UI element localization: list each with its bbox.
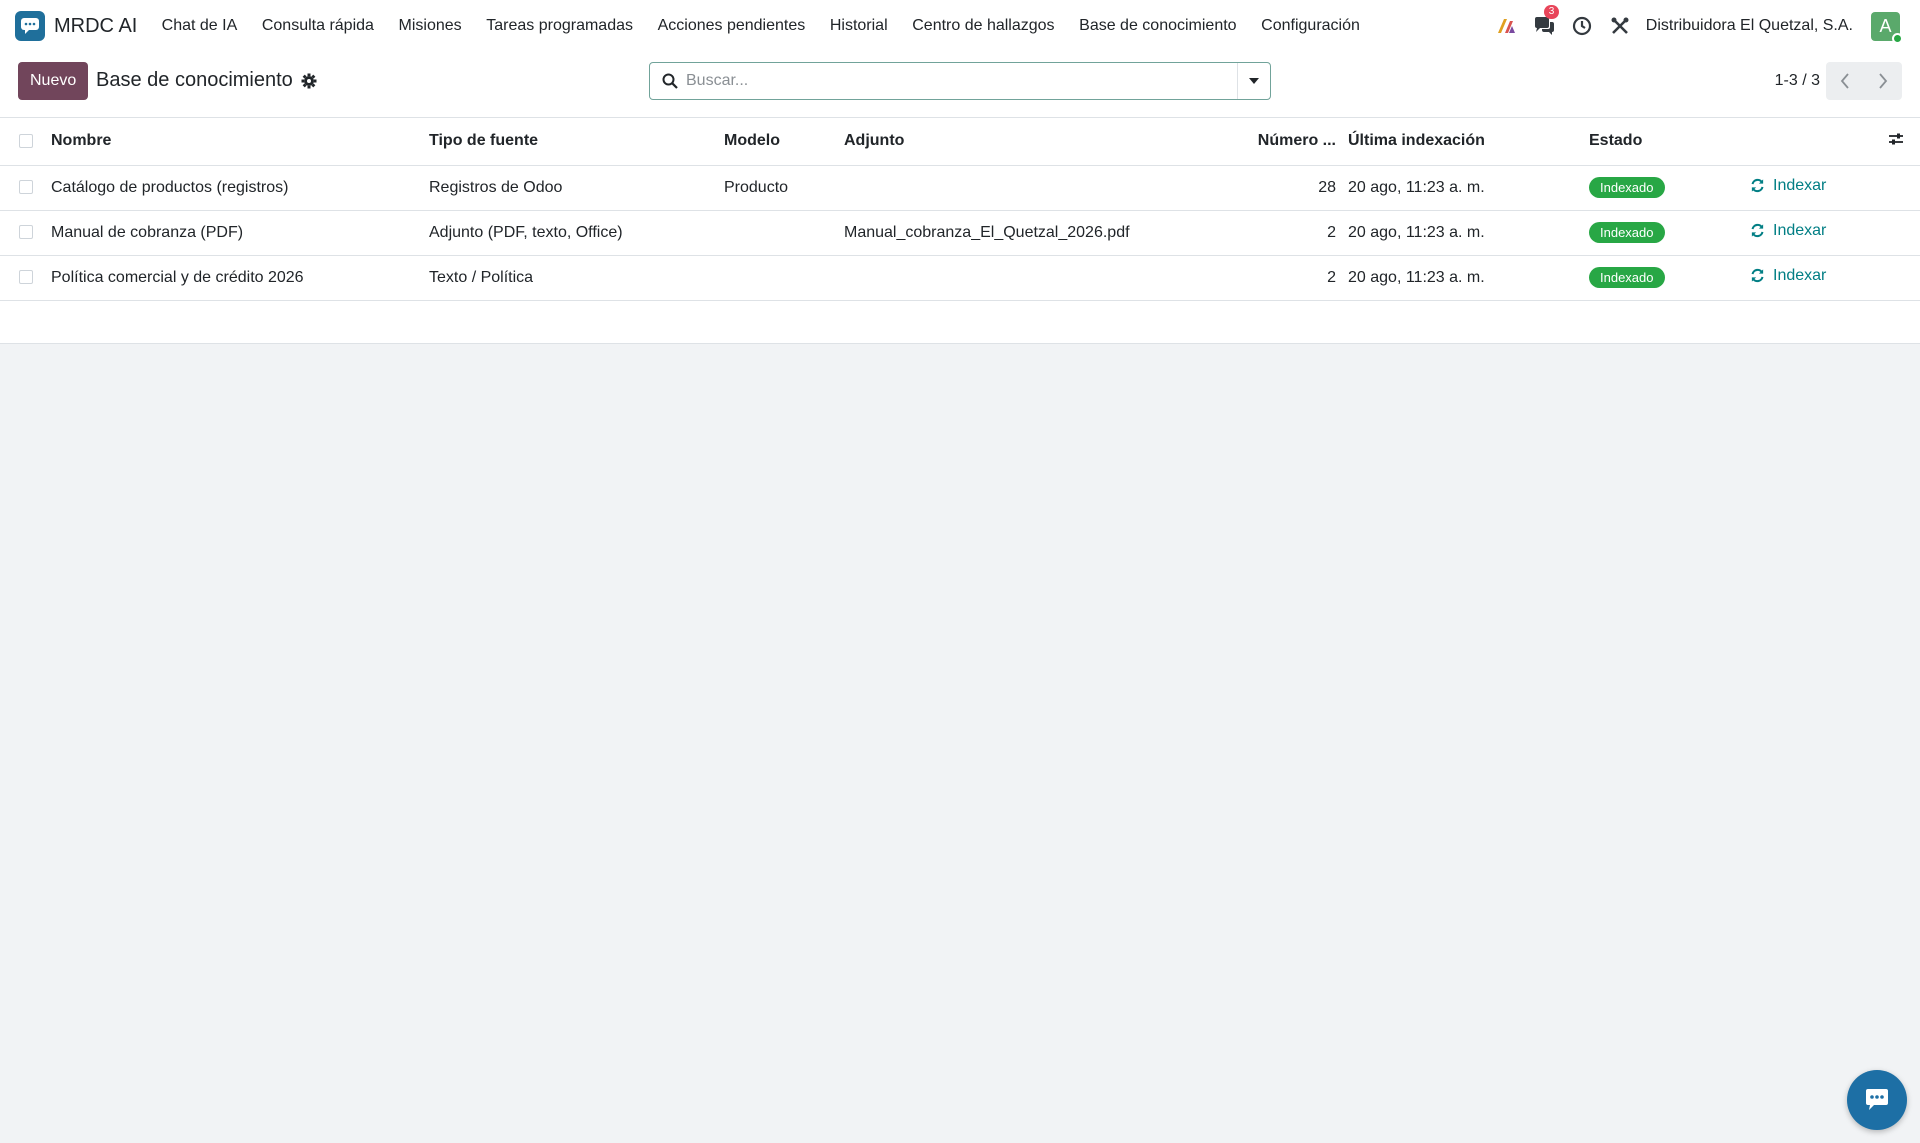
reindex-label: Indexar xyxy=(1773,266,1827,284)
cell-attachment xyxy=(838,255,1250,301)
online-status-dot xyxy=(1892,32,1903,44)
row-checkbox[interactable] xyxy=(19,270,33,285)
cell-model: Producto xyxy=(718,165,838,211)
menu-item-findings[interactable]: Centro de hallazgos xyxy=(900,17,1067,35)
menu-item-scheduled-tasks[interactable]: Tareas programadas xyxy=(474,17,645,35)
cell-number: 2 xyxy=(1250,210,1342,256)
cell-model xyxy=(718,255,838,301)
cell-source-type: Texto / Política xyxy=(423,255,718,301)
column-header-attachment[interactable]: Adjunto xyxy=(838,118,1250,166)
table-row[interactable]: Manual de cobranza (PDF) Adjunto (PDF, t… xyxy=(0,210,1920,256)
cell-attachment xyxy=(838,165,1250,211)
user-avatar[interactable]: A xyxy=(1871,11,1903,44)
status-badge: Indexado xyxy=(1589,267,1665,288)
column-header-model[interactable]: Modelo xyxy=(718,118,838,166)
menu-item-missions[interactable]: Misiones xyxy=(386,17,474,35)
knowledge-base-list: Nombre Tipo de fuente Modelo Adjunto Núm… xyxy=(0,118,1920,344)
refresh-icon xyxy=(1751,224,1764,238)
refresh-icon xyxy=(1751,179,1764,193)
app-logo-icon[interactable] xyxy=(15,11,45,41)
breadcrumb: Base de conocimiento xyxy=(96,69,317,92)
menu-item-quick-query[interactable]: Consulta rápida xyxy=(250,17,387,35)
table-row[interactable]: Catálogo de productos (registros) Regist… xyxy=(0,165,1920,211)
cell-number: 28 xyxy=(1250,165,1342,211)
cell-number: 2 xyxy=(1250,255,1342,301)
row-checkbox[interactable] xyxy=(19,225,33,240)
company-switcher[interactable]: Distribuidora El Quetzal, S.A. xyxy=(1646,17,1853,35)
chevron-left-icon xyxy=(1840,73,1849,89)
search-options-toggle[interactable] xyxy=(1237,63,1270,99)
column-header-number[interactable]: Número ... xyxy=(1250,118,1342,166)
refresh-icon xyxy=(1751,269,1764,283)
menu-item-pending-actions[interactable]: Acciones pendientes xyxy=(645,17,817,35)
avatar-initial: A xyxy=(1879,15,1892,36)
cell-attachment: Manual_cobranza_El_Quetzal_2026.pdf xyxy=(838,210,1250,256)
app-name[interactable]: MRDC AI xyxy=(54,15,137,38)
cell-name: Política comercial y de crédito 2026 xyxy=(45,255,423,301)
reindex-button[interactable]: Indexar xyxy=(1750,177,1826,195)
menu-item-configuration[interactable]: Configuración xyxy=(1249,17,1372,35)
cell-name: Catálogo de productos (registros) xyxy=(45,165,423,211)
ai-icon[interactable] xyxy=(1494,14,1518,38)
cell-source-type: Registros de Odoo xyxy=(423,165,718,211)
column-header-status[interactable]: Estado xyxy=(1583,118,1732,166)
cell-last-indexed: 20 ago, 11:23 a. m. xyxy=(1342,210,1583,256)
chat-icon[interactable]: 3 xyxy=(1532,5,1560,38)
table-row[interactable]: Política comercial y de crédito 2026 Tex… xyxy=(0,255,1920,301)
cell-last-indexed: 20 ago, 11:23 a. m. xyxy=(1342,165,1583,211)
chat-fab-icon xyxy=(1866,1089,1888,1110)
pager-value[interactable]: 1-3 / 3 xyxy=(1775,72,1820,90)
cell-last-indexed: 20 ago, 11:23 a. m. xyxy=(1342,255,1583,301)
search-input[interactable] xyxy=(686,72,1237,90)
page-title: Base de conocimiento xyxy=(96,69,293,91)
menu-item-chat[interactable]: Chat de IA xyxy=(149,17,249,35)
menu-item-knowledge-base[interactable]: Base de conocimiento xyxy=(1067,17,1249,35)
column-header-last-indexed[interactable]: Última indexación xyxy=(1342,118,1583,166)
gear-icon[interactable] xyxy=(301,73,317,89)
control-panel: Nuevo Base de conocimiento 1-3 / 3 xyxy=(0,52,1920,118)
column-header-name[interactable]: Nombre xyxy=(45,118,423,166)
messages-badge: 3 xyxy=(1543,5,1560,19)
reindex-button[interactable]: Indexar xyxy=(1750,222,1826,240)
chat-fab-button[interactable] xyxy=(1847,1070,1907,1130)
new-button[interactable]: Nuevo xyxy=(18,62,89,100)
reindex-button[interactable]: Indexar xyxy=(1750,267,1826,285)
empty-filler-row xyxy=(0,300,1920,344)
main-menu: Chat de IA Consulta rápida Misiones Tare… xyxy=(149,17,1372,35)
cell-model xyxy=(718,210,838,256)
status-badge: Indexado xyxy=(1589,222,1665,243)
reindex-label: Indexar xyxy=(1773,176,1827,194)
column-header-source-type[interactable]: Tipo de fuente xyxy=(423,118,718,166)
chevron-right-icon xyxy=(1879,73,1888,89)
search-icon xyxy=(662,73,678,89)
table-header-row: Nombre Tipo de fuente Modelo Adjunto Núm… xyxy=(0,118,1920,166)
clock-icon[interactable] xyxy=(1570,14,1594,38)
tools-icon[interactable] xyxy=(1608,14,1632,38)
cell-source-type: Adjunto (PDF, texto, Office) xyxy=(423,210,718,256)
row-checkbox[interactable] xyxy=(19,180,33,195)
status-badge: Indexado xyxy=(1589,177,1665,198)
pager-next-button[interactable] xyxy=(1864,62,1902,100)
top-navbar: MRDC AI Chat de IA Consulta rápida Misio… xyxy=(0,0,1920,52)
pager-previous-button[interactable] xyxy=(1826,62,1864,100)
column-header-actions xyxy=(1732,118,1882,166)
search-bar xyxy=(649,62,1271,100)
menu-item-history[interactable]: Historial xyxy=(818,17,900,35)
systray: 3 Distribuidora El Quetzal, S.A. A xyxy=(1480,0,1903,52)
caret-down-icon xyxy=(1249,78,1259,84)
records-table: Nombre Tipo de fuente Modelo Adjunto Núm… xyxy=(0,118,1920,344)
reindex-label: Indexar xyxy=(1773,221,1827,239)
select-all-checkbox[interactable] xyxy=(19,134,33,149)
cell-name: Manual de cobranza (PDF) xyxy=(45,210,423,256)
column-settings-icon[interactable] xyxy=(1888,133,1904,151)
